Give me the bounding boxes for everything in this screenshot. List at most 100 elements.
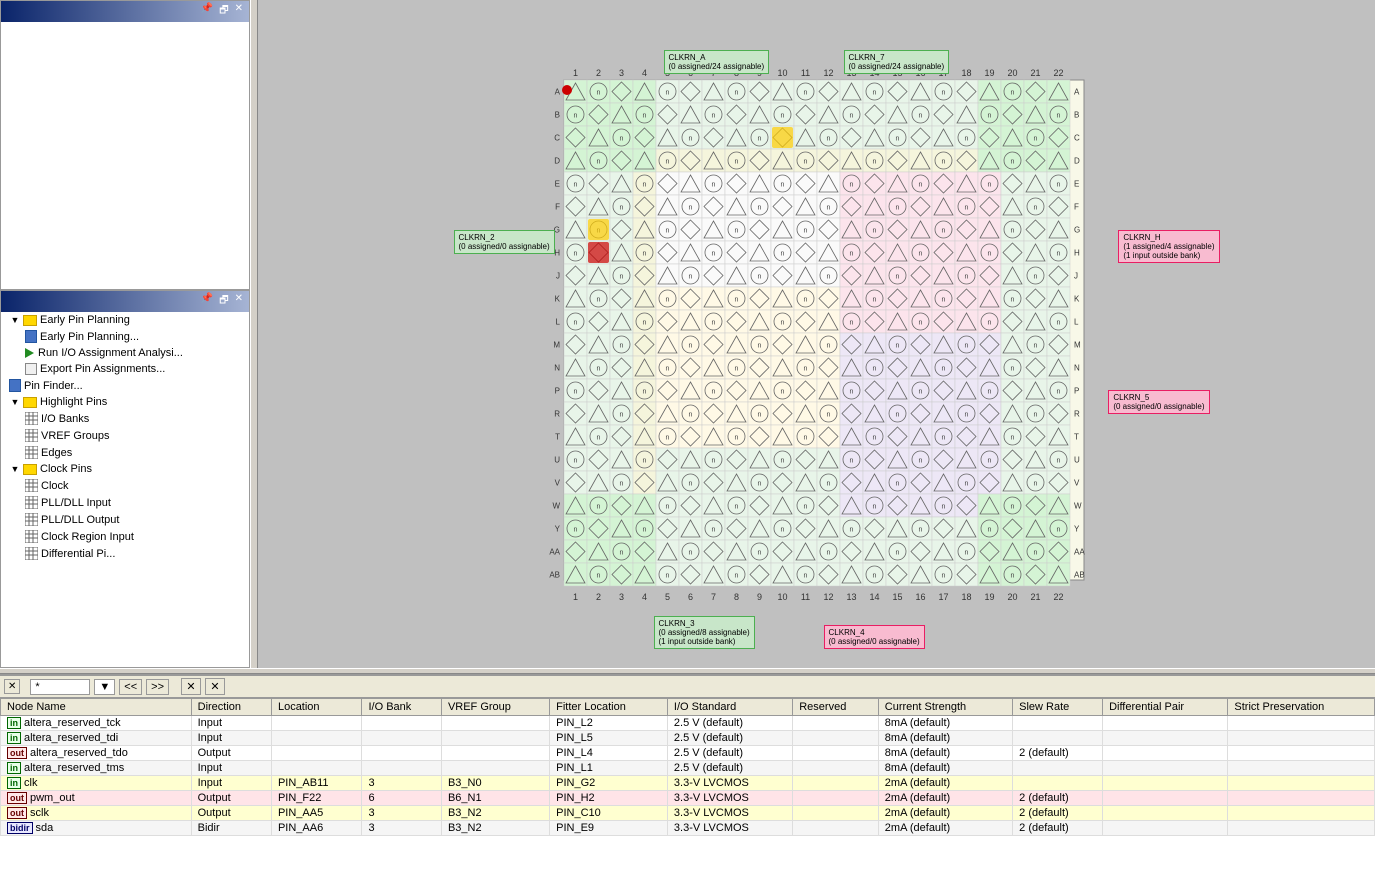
tree-item-io-banks[interactable]: I/O Banks: [1, 410, 249, 427]
col-header: Strict Preservation: [1228, 699, 1375, 716]
tree-item-pll-dll-input[interactable]: PLL/DLL Input: [1, 494, 249, 511]
svg-text:C: C: [554, 133, 560, 142]
svg-text:n: n: [1033, 204, 1037, 211]
table-cell: Output: [191, 746, 271, 761]
svg-text:2: 2: [595, 592, 600, 602]
panel-divider[interactable]: [250, 0, 258, 668]
tree-item-clock[interactable]: Clock: [1, 477, 249, 494]
table-row[interactable]: inaltera_reserved_tmsInputPIN_L12.5 V (d…: [1, 761, 1375, 776]
table-row[interactable]: inclkInputPIN_AB113B3_N0PIN_G23.3-V LVCM…: [1, 776, 1375, 791]
svg-text:n: n: [987, 388, 991, 395]
tree-item-highlight-pins-group[interactable]: ▼Highlight Pins: [1, 394, 249, 410]
table-cell: [793, 821, 879, 836]
svg-text:L: L: [1074, 317, 1079, 326]
svg-text:n: n: [987, 250, 991, 257]
close-bottom-btn[interactable]: ✕: [4, 679, 20, 694]
callout-clk-h: CLKRN_H (1 assigned/4 assignable) (1 inp…: [1118, 230, 1219, 263]
table-cell: inaltera_reserved_tms: [1, 761, 192, 776]
tree-item-label: PLL/DLL Output: [41, 514, 119, 526]
doc-icon: [25, 330, 37, 343]
svg-text:K: K: [554, 294, 560, 303]
tree-item-early-pin-planning-group[interactable]: ▼Early Pin Planning: [1, 312, 249, 328]
tree-item-pin-finder[interactable]: Pin Finder...: [1, 377, 249, 394]
chip-diagram[interactable]: 12345678910111213141516171819202122 ABCD…: [534, 60, 1100, 616]
table-cell: 3.3-V LVCMOS: [667, 821, 792, 836]
table-row[interactable]: bidirsdaBidirPIN_AA63B3_N2PIN_E93.3-V LV…: [1, 821, 1375, 836]
svg-text:n: n: [1010, 572, 1014, 579]
dir-badge: out: [7, 747, 27, 759]
tree-item-run-io[interactable]: Run I/O Assignment Analysi...: [1, 345, 249, 361]
table-row[interactable]: inaltera_reserved_tckInputPIN_L22.5 V (d…: [1, 716, 1375, 731]
table-cell: Bidir: [191, 821, 271, 836]
table-cell: Input: [191, 731, 271, 746]
table-cell: [441, 761, 549, 776]
svg-text:R: R: [554, 409, 560, 418]
table-row[interactable]: outsclkOutputPIN_AA53B3_N2PIN_C103.3-V L…: [1, 806, 1375, 821]
tree-item-export-pin[interactable]: Export Pin Assignments...: [1, 361, 249, 377]
svg-text:n: n: [918, 250, 922, 257]
tree-item-clock-region-input[interactable]: Clock Region Input: [1, 528, 249, 545]
svg-text:n: n: [1033, 411, 1037, 418]
table-cell: PIN_G2: [550, 776, 668, 791]
svg-text:5: 5: [664, 592, 669, 602]
table-cell: 2.5 V (default): [667, 746, 792, 761]
edit-x-btn1[interactable]: ✕: [181, 678, 201, 695]
table-cell: PIN_L2: [550, 716, 668, 731]
table-cell: PIN_C10: [550, 806, 668, 821]
svg-text:n: n: [1056, 181, 1060, 188]
table-cell: inaltera_reserved_tck: [1, 716, 192, 731]
tree-item-vref-groups[interactable]: VREF Groups: [1, 427, 249, 444]
named-dropdown[interactable]: ▼: [94, 679, 115, 695]
svg-text:n: n: [619, 480, 623, 487]
pin-icon[interactable]: 📌: [199, 3, 215, 20]
named-input[interactable]: [30, 679, 90, 695]
prev-btn[interactable]: <<: [119, 679, 142, 695]
col-header: I/O Standard: [667, 699, 792, 716]
tasks-close-icon[interactable]: ✕: [233, 293, 245, 310]
table-container[interactable]: Node NameDirectionLocationI/O BankVREF G…: [0, 698, 1375, 869]
tasks-pin-icon[interactable]: 📌: [199, 293, 215, 310]
tree-item-clock-pins-group[interactable]: ▼Clock Pins: [1, 461, 249, 477]
tree-item-differential-pins[interactable]: Differential Pi...: [1, 545, 249, 562]
table-cell: [1013, 776, 1103, 791]
svg-text:n: n: [895, 411, 899, 418]
svg-text:16: 16: [915, 592, 925, 602]
dir-badge: out: [7, 807, 27, 819]
svg-text:n: n: [1010, 365, 1014, 372]
table-cell: [1013, 761, 1103, 776]
svg-text:n: n: [1010, 296, 1014, 303]
table-row[interactable]: inaltera_reserved_tdiInputPIN_L52.5 V (d…: [1, 731, 1375, 746]
svg-text:n: n: [918, 526, 922, 533]
svg-text:n: n: [780, 181, 784, 188]
tree-item-pll-dll-output[interactable]: PLL/DLL Output: [1, 511, 249, 528]
svg-text:10: 10: [777, 592, 787, 602]
svg-text:M: M: [553, 340, 560, 349]
svg-text:n: n: [826, 480, 830, 487]
svg-text:n: n: [964, 204, 968, 211]
svg-text:n: n: [711, 112, 715, 119]
tree-item-edges[interactable]: Edges: [1, 444, 249, 461]
close-icon[interactable]: ✕: [233, 3, 245, 20]
next-btn[interactable]: >>: [146, 679, 169, 695]
view-canvas[interactable]: 12345678910111213141516171819202122 ABCD…: [258, 0, 1375, 668]
svg-text:n: n: [1056, 526, 1060, 533]
svg-text:n: n: [872, 296, 876, 303]
table-row[interactable]: outaltera_reserved_tdoOutputPIN_L42.5 V …: [1, 746, 1375, 761]
tree-item-label: Clock Region Input: [41, 531, 134, 543]
float-icon[interactable]: 🗗: [217, 3, 230, 20]
svg-text:n: n: [918, 388, 922, 395]
svg-text:n: n: [757, 342, 761, 349]
svg-text:n: n: [757, 549, 761, 556]
table-row[interactable]: outpwm_outOutputPIN_F226B6_N1PIN_H23.3-V…: [1, 791, 1375, 806]
svg-text:22: 22: [1053, 592, 1063, 602]
svg-text:n: n: [619, 411, 623, 418]
tree-item-early-pin-planning-item[interactable]: Early Pin Planning...: [1, 328, 249, 345]
svg-text:Y: Y: [1074, 524, 1080, 533]
table-cell: [362, 731, 441, 746]
table-cell: 2mA (default): [878, 776, 1012, 791]
svg-text:n: n: [803, 89, 807, 96]
table-cell: 3.3-V LVCMOS: [667, 776, 792, 791]
svg-text:n: n: [803, 227, 807, 234]
tasks-float-icon[interactable]: 🗗: [217, 293, 230, 310]
edit-x-btn2[interactable]: ✕: [205, 678, 225, 695]
